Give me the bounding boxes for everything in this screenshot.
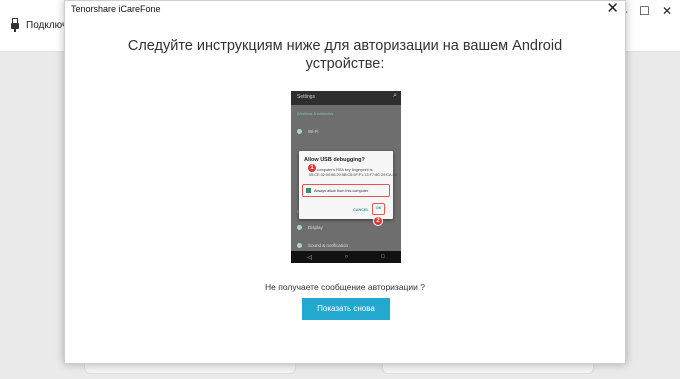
display-icon — [297, 225, 302, 230]
show-again-button[interactable]: Показать снова — [302, 298, 390, 320]
phone-settings-bar: Settings ⌕ — [291, 91, 401, 105]
maximize-button[interactable]: ☐ — [639, 4, 650, 18]
phone-row-sound: Sound & notification — [297, 243, 348, 248]
no-authorization-question: Не получаете сообщение авторизации ? — [264, 282, 426, 292]
phone-row-display: Display — [297, 225, 323, 230]
rsa-fingerprint-text: The computer's RSA key fingerprint is: 5… — [309, 168, 398, 177]
sound-icon — [297, 243, 302, 248]
always-allow-checkbox: Always allow from this computer — [302, 184, 390, 197]
checkbox-checked-icon — [306, 188, 311, 193]
phone-settings-title: Settings — [297, 94, 316, 100]
phone-illustration: Settings ⌕ Wireless & networks Wi-Fi Dev… — [291, 91, 401, 263]
wifi-icon — [297, 129, 302, 134]
authorization-dialog: Tenorshare iCareFone ✕ Следуйте инструкц… — [64, 0, 626, 364]
nav-recent-icon: □ — [381, 254, 385, 260]
nav-home-icon: ○ — [344, 254, 349, 260]
phone-section-wireless: Wireless & networks — [297, 111, 334, 116]
dialog-close-button[interactable]: ✕ — [606, 1, 619, 17]
phone-screen: Wireless & networks Wi-Fi Device Display… — [291, 105, 401, 251]
step-badge-2: 2 — [373, 216, 383, 226]
usb-debugging-title: Allow USB debugging? — [304, 157, 365, 163]
phone-nav-bar: ◁ ○ □ — [291, 251, 401, 263]
close-window-button[interactable]: ✕ — [662, 4, 672, 18]
usb-cancel-label: CANCEL — [353, 208, 369, 212]
dialog-title: Tenorshare iCareFone — [71, 4, 161, 14]
phone-row-wifi-label: Wi-Fi — [308, 129, 319, 134]
phone-row-wifi: Wi-Fi — [297, 129, 319, 134]
usb-ok-label: OK — [372, 203, 385, 215]
step-badge-1: 1 — [307, 163, 317, 173]
usb-debugging-prompt: Allow USB debugging? The computer's RSA … — [299, 151, 398, 226]
phone-row-sound-label: Sound & notification — [308, 243, 349, 248]
phone-search-icon: ⌕ — [393, 92, 397, 99]
always-allow-label: Always allow from this computer — [314, 188, 369, 193]
usb-icon — [10, 18, 20, 32]
nav-back-icon: ◁ — [307, 254, 312, 261]
phone-row-display-label: Display — [308, 225, 323, 230]
instruction-heading: Следуйте инструкциям ниже для авторизаци… — [127, 38, 563, 72]
